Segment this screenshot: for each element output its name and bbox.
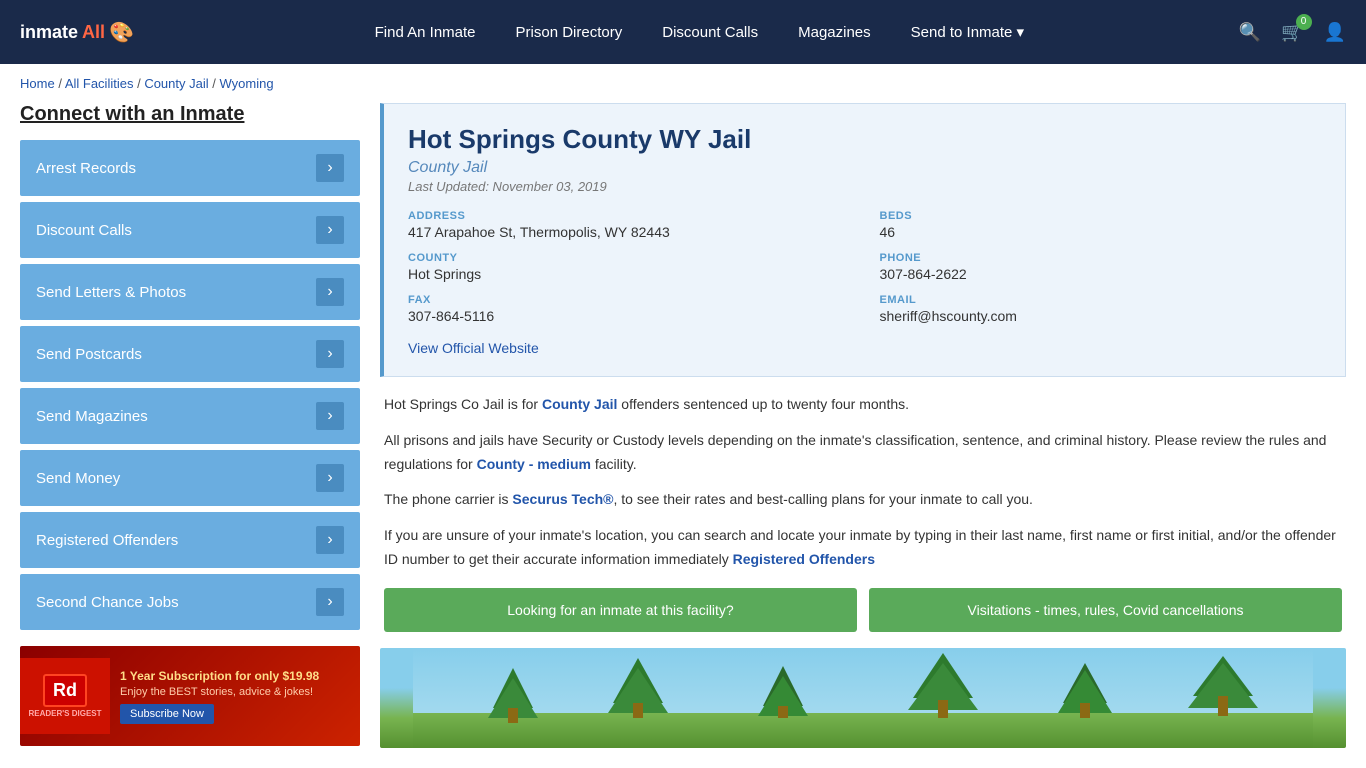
desc-paragraph-1: Hot Springs Co Jail is for County Jail o… — [384, 393, 1342, 417]
sidebar-arrow-discount-calls: › — [316, 216, 344, 244]
fax-value: 307-864-5116 — [408, 308, 850, 324]
sidebar-label-send-postcards: Send Postcards — [36, 346, 142, 363]
ad-subscribe-button[interactable]: Subscribe Now — [120, 704, 214, 724]
sidebar-label-arrest-records: Arrest Records — [36, 160, 136, 177]
sidebar-item-registered-offenders[interactable]: Registered Offenders › — [20, 512, 360, 568]
facility-address-block: ADDRESS 417 Arapahoe St, Thermopolis, WY… — [408, 210, 850, 240]
facility-phone-block: PHONE 307-864-2622 — [880, 252, 1322, 282]
facility-name: Hot Springs County WY Jail — [408, 124, 1321, 155]
breadcrumb-wyoming[interactable]: Wyoming — [219, 76, 273, 91]
facility-fax-block: FAX 307-864-5116 — [408, 294, 850, 324]
sidebar-arrow-send-money: › — [316, 464, 344, 492]
cart-icon[interactable]: 🛒 0 — [1281, 22, 1303, 43]
sidebar-arrow-send-letters: › — [316, 278, 344, 306]
county-value: Hot Springs — [408, 266, 850, 282]
header-icons: 🔍 🛒 0 👤 — [1239, 22, 1346, 43]
cart-badge: 0 — [1296, 14, 1312, 30]
sidebar-label-registered-offenders: Registered Offenders — [36, 532, 178, 549]
logo-all: All — [82, 22, 105, 43]
sidebar-item-send-letters[interactable]: Send Letters & Photos › — [20, 264, 360, 320]
facility-content: Hot Springs County WY Jail County Jail L… — [380, 103, 1346, 748]
desc-paragraph-4: If you are unsure of your inmate's locat… — [384, 524, 1342, 572]
securus-link[interactable]: Securus Tech® — [512, 491, 613, 507]
beds-value: 46 — [880, 224, 1322, 240]
nav-prison-directory[interactable]: Prison Directory — [516, 24, 623, 41]
main-nav: Find An Inmate Prison Directory Discount… — [190, 23, 1209, 41]
county-medium-link[interactable]: County - medium — [477, 456, 591, 472]
desc-paragraph-3: The phone carrier is Securus Tech®, to s… — [384, 488, 1342, 512]
sidebar-arrow-arrest-records: › — [316, 154, 344, 182]
view-website-link[interactable]: View Official Website — [408, 340, 539, 356]
sidebar-label-send-letters: Send Letters & Photos — [36, 284, 186, 301]
sidebar-label-second-chance-jobs: Second Chance Jobs — [36, 594, 179, 611]
nav-find-inmate[interactable]: Find An Inmate — [375, 24, 476, 41]
facility-beds-block: BEDS 46 — [880, 210, 1322, 240]
main-container: Connect with an Inmate Arrest Records › … — [0, 103, 1366, 768]
nav-magazines[interactable]: Magazines — [798, 24, 871, 41]
sidebar-item-send-postcards[interactable]: Send Postcards › — [20, 326, 360, 382]
facility-description: Hot Springs Co Jail is for County Jail o… — [380, 393, 1346, 632]
phone-value: 307-864-2622 — [880, 266, 1322, 282]
sidebar: Connect with an Inmate Arrest Records › … — [20, 103, 360, 748]
sidebar-label-send-money: Send Money — [36, 470, 120, 487]
site-logo[interactable]: inmate All 🎨 — [20, 20, 160, 45]
facility-card: Hot Springs County WY Jail County Jail L… — [380, 103, 1346, 377]
sidebar-arrow-second-chance-jobs: › — [316, 588, 344, 616]
ad-banner[interactable]: Rd READER'S DIGEST 1 Year Subscription f… — [20, 646, 360, 746]
county-label: COUNTY — [408, 252, 850, 264]
search-icon[interactable]: 🔍 — [1239, 22, 1261, 43]
facility-info-grid: ADDRESS 417 Arapahoe St, Thermopolis, WY… — [408, 210, 1321, 324]
facility-image-inner — [380, 648, 1346, 748]
sidebar-label-send-magazines: Send Magazines — [36, 408, 148, 425]
logo-icon: 🎨 — [109, 20, 134, 45]
nav-discount-calls[interactable]: Discount Calls — [662, 24, 758, 41]
sidebar-item-send-magazines[interactable]: Send Magazines › — [20, 388, 360, 444]
sidebar-arrow-send-magazines: › — [316, 402, 344, 430]
sidebar-item-second-chance-jobs[interactable]: Second Chance Jobs › — [20, 574, 360, 630]
breadcrumb-home[interactable]: Home — [20, 76, 55, 91]
connect-title: Connect with an Inmate — [20, 103, 360, 126]
facility-image — [380, 648, 1346, 748]
phone-label: PHONE — [880, 252, 1322, 264]
beds-label: BEDS — [880, 210, 1322, 222]
desc-paragraph-2: All prisons and jails have Security or C… — [384, 429, 1342, 477]
nav-send-to-inmate[interactable]: Send to Inmate ▾ — [911, 23, 1024, 41]
ad-logo: Rd — [43, 674, 87, 707]
visitations-button[interactable]: Visitations - times, rules, Covid cancel… — [869, 588, 1342, 632]
sidebar-arrow-registered-offenders: › — [316, 526, 344, 554]
facility-email-block: EMAIL sheriff@hscounty.com — [880, 294, 1322, 324]
county-jail-link-1[interactable]: County Jail — [542, 396, 617, 412]
ad-brand: READER'S DIGEST — [28, 709, 101, 718]
address-label: ADDRESS — [408, 210, 850, 222]
logo-inmate: inmate — [20, 22, 78, 43]
fax-label: FAX — [408, 294, 850, 306]
sidebar-item-discount-calls[interactable]: Discount Calls › — [20, 202, 360, 258]
facility-type: County Jail — [408, 159, 1321, 177]
find-inmate-button[interactable]: Looking for an inmate at this facility? — [384, 588, 857, 632]
sidebar-label-discount-calls: Discount Calls — [36, 222, 132, 239]
email-value: sheriff@hscounty.com — [880, 308, 1322, 324]
ad-text: 1 Year Subscription for only $19.98 Enjo… — [120, 668, 350, 700]
registered-offenders-link[interactable]: Registered Offenders — [733, 551, 875, 567]
address-value: 417 Arapahoe St, Thermopolis, WY 82443 — [408, 224, 850, 240]
email-label: EMAIL — [880, 294, 1322, 306]
breadcrumb-all-facilities[interactable]: All Facilities — [65, 76, 134, 91]
ad-content: 1 Year Subscription for only $19.98 Enjo… — [110, 658, 360, 734]
breadcrumb-county-jail[interactable]: County Jail — [144, 76, 208, 91]
action-buttons: Looking for an inmate at this facility? … — [384, 588, 1342, 632]
facility-last-updated: Last Updated: November 03, 2019 — [408, 179, 1321, 194]
breadcrumb: Home / All Facilities / County Jail / Wy… — [0, 64, 1366, 103]
sidebar-arrow-send-postcards: › — [316, 340, 344, 368]
user-icon[interactable]: 👤 — [1324, 22, 1346, 43]
sidebar-item-send-money[interactable]: Send Money › — [20, 450, 360, 506]
facility-county-block: COUNTY Hot Springs — [408, 252, 850, 282]
sidebar-item-arrest-records[interactable]: Arrest Records › — [20, 140, 360, 196]
